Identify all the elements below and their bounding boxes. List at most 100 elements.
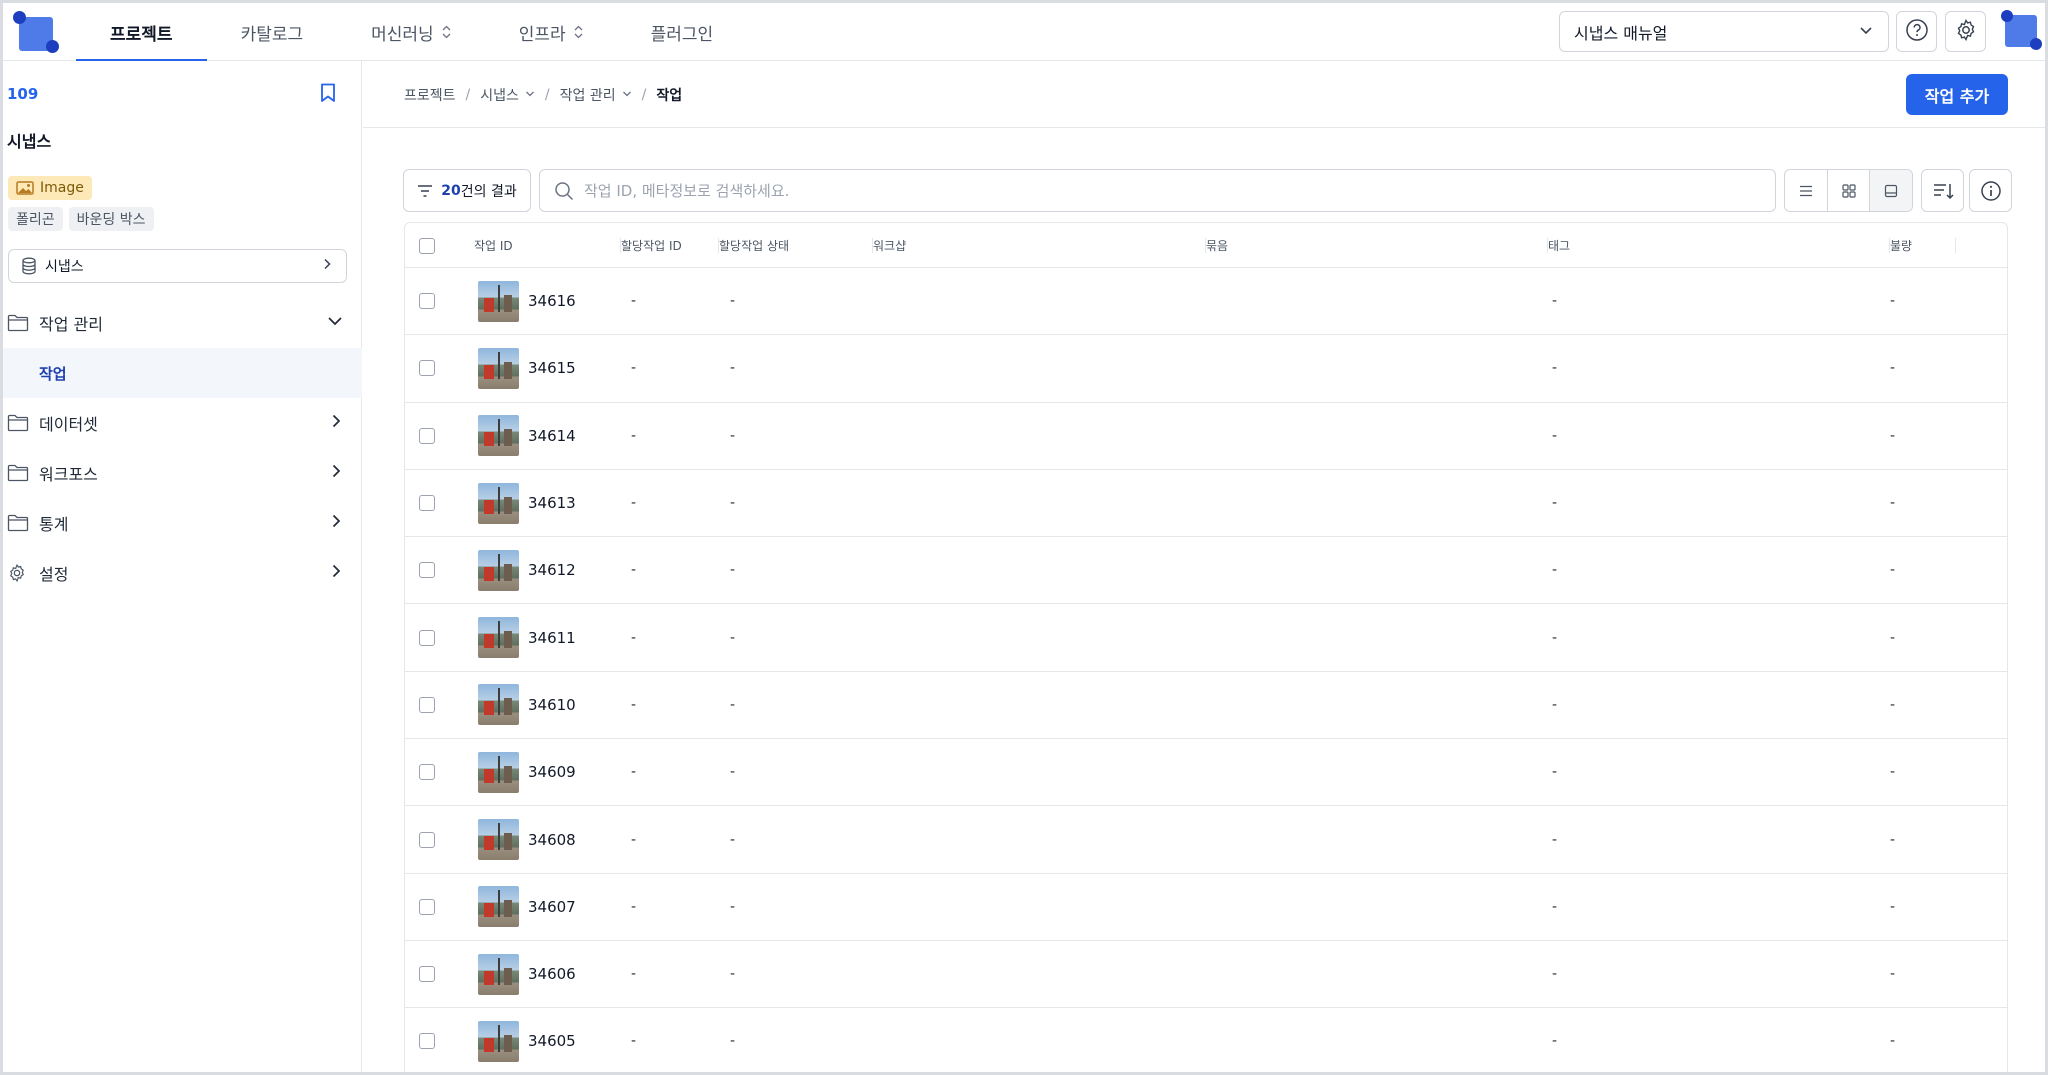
row-checkbox[interactable]: [419, 966, 435, 983]
table-row[interactable]: 34607 - - - -: [405, 874, 2007, 941]
row-checkbox[interactable]: [419, 495, 435, 512]
table-row[interactable]: 34606 - - - -: [405, 941, 2007, 1009]
task-id[interactable]: 34612: [528, 561, 576, 579]
table-row[interactable]: 34610 - - - -: [405, 672, 2007, 740]
list-icon: [1799, 185, 1812, 196]
row-checkbox[interactable]: [419, 562, 435, 579]
nav-tab[interactable]: 프로젝트: [76, 3, 207, 62]
task-id[interactable]: 34615: [528, 359, 576, 377]
task-thumbnail[interactable]: [478, 482, 519, 524]
table-row[interactable]: 34616 - - - -: [405, 268, 2007, 336]
task-id[interactable]: 34613: [528, 494, 576, 512]
task-thumbnail[interactable]: [478, 684, 519, 726]
filter-result-button[interactable]: 20 건의 결과: [403, 169, 531, 212]
task-id[interactable]: 34611: [528, 629, 576, 647]
row-checkbox[interactable]: [419, 360, 435, 377]
sidebar: 109 시냅스 Image 폴리곤 바운딩 박스 시냅스 작업 관리 작업 데이터셋…: [3, 61, 362, 1072]
task-id[interactable]: 34605: [528, 1032, 576, 1050]
column-header[interactable]: 작업 ID: [474, 223, 621, 268]
task-thumbnail[interactable]: [478, 1020, 519, 1062]
sidebar-item[interactable]: 워크포스: [3, 448, 362, 498]
settings-button[interactable]: [1945, 11, 1986, 52]
row-checkbox[interactable]: [419, 764, 435, 781]
table-row[interactable]: 34614 - - - -: [405, 403, 2007, 470]
row-checkbox[interactable]: [419, 1033, 435, 1050]
task-id-cell: 34613: [478, 470, 576, 536]
row-checkbox[interactable]: [419, 696, 435, 713]
task-id[interactable]: 34606: [528, 965, 576, 983]
annotation-type-chips: 폴리곤 바운딩 박스: [8, 207, 154, 231]
nav-tab[interactable]: 플러그인: [617, 3, 748, 61]
logo[interactable]: [13, 11, 61, 55]
task-thumbnail[interactable]: [478, 886, 519, 928]
task-thumbnail[interactable]: [478, 415, 519, 457]
task-id[interactable]: 34614: [528, 427, 576, 445]
sidebar-item[interactable]: 통계: [3, 498, 362, 548]
table-row[interactable]: 34605 - - - -: [405, 1008, 2007, 1072]
help-button[interactable]: [1896, 11, 1937, 52]
nav-tab[interactable]: 인프라: [485, 3, 617, 61]
column-header[interactable]: 할당작업 상태: [719, 223, 873, 268]
assign-id-cell: -: [631, 495, 637, 512]
task-thumbnail[interactable]: [478, 549, 519, 591]
row-checkbox[interactable]: [419, 898, 435, 915]
nav-tab[interactable]: 머신러닝: [337, 3, 485, 61]
list-view-button[interactable]: [1785, 170, 1828, 211]
search-icon: [555, 181, 574, 200]
grid-view-button[interactable]: [1828, 170, 1871, 211]
breadcrumb-item[interactable]: 시냅스: [480, 85, 519, 105]
task-id[interactable]: 34607: [528, 898, 576, 916]
sidebar-item[interactable]: 작업 관리: [3, 298, 362, 348]
task-id[interactable]: 34608: [528, 831, 576, 849]
task-id-cell: 34614: [478, 403, 576, 469]
select-all-checkbox[interactable]: [419, 237, 435, 254]
avatar[interactable]: [1999, 7, 2045, 53]
row-checkbox[interactable]: [419, 293, 435, 310]
column-divider[interactable]: [1955, 238, 1956, 253]
table-row[interactable]: 34615 - - - -: [405, 335, 2007, 403]
chevron-down-icon[interactable]: [622, 90, 632, 101]
breadcrumb-item[interactable]: 작업 관리: [560, 85, 616, 105]
sidebar-item[interactable]: 설정: [3, 548, 362, 598]
sidebar-subitem-task[interactable]: 작업: [3, 348, 362, 398]
chevron-down-icon[interactable]: [525, 90, 535, 101]
table-row[interactable]: 34609 - - - -: [405, 739, 2007, 807]
breadcrumb-item[interactable]: 프로젝트: [404, 85, 456, 105]
bookmark-icon[interactable]: [319, 83, 337, 107]
task-thumbnail[interactable]: [478, 347, 519, 389]
table-row[interactable]: 34613 - - - -: [405, 470, 2007, 538]
column-header[interactable]: 태그: [1548, 223, 1890, 268]
row-checkbox-cell: [419, 403, 435, 469]
table-row[interactable]: 34612 - - - -: [405, 537, 2007, 605]
task-thumbnail[interactable]: [478, 819, 519, 861]
task-thumbnail[interactable]: [478, 751, 519, 793]
dataset-select[interactable]: 시냅스: [8, 249, 347, 283]
task-thumbnail[interactable]: [478, 617, 519, 659]
table-row[interactable]: 34608 - - - -: [405, 806, 2007, 874]
task-id[interactable]: 34610: [528, 696, 576, 714]
column-header[interactable]: 할당작업 ID: [621, 223, 719, 268]
manual-select[interactable]: 시냅스 매뉴얼: [1559, 11, 1889, 52]
sidebar-item-label: 통계: [39, 515, 69, 534]
row-checkbox[interactable]: [419, 427, 435, 444]
gallery-view-button[interactable]: [1870, 170, 1912, 211]
nav-tab-label: 머신러닝: [371, 24, 434, 45]
assign-status-cell: -: [730, 696, 736, 713]
search-input[interactable]: 작업 ID, 메타정보로 검색하세요.: [539, 169, 1776, 212]
sort-button[interactable]: [1921, 169, 1964, 212]
task-id[interactable]: 34616: [528, 292, 576, 310]
table-row[interactable]: 34611 - - - -: [405, 604, 2007, 672]
info-button[interactable]: [1969, 169, 2012, 212]
column-header[interactable]: 불량: [1890, 223, 1956, 268]
task-id[interactable]: 34609: [528, 763, 576, 781]
tag-cell: -: [1552, 831, 1558, 848]
row-checkbox[interactable]: [419, 831, 435, 848]
column-header[interactable]: 묶음: [1206, 223, 1548, 268]
task-thumbnail[interactable]: [478, 280, 519, 322]
column-header[interactable]: 워크샵: [873, 223, 1206, 268]
sidebar-item[interactable]: 데이터셋: [3, 398, 362, 448]
add-task-button[interactable]: 작업 추가: [1906, 74, 2008, 115]
task-thumbnail[interactable]: [478, 953, 519, 995]
nav-tab[interactable]: 카탈로그: [207, 3, 338, 61]
row-checkbox[interactable]: [419, 629, 435, 646]
